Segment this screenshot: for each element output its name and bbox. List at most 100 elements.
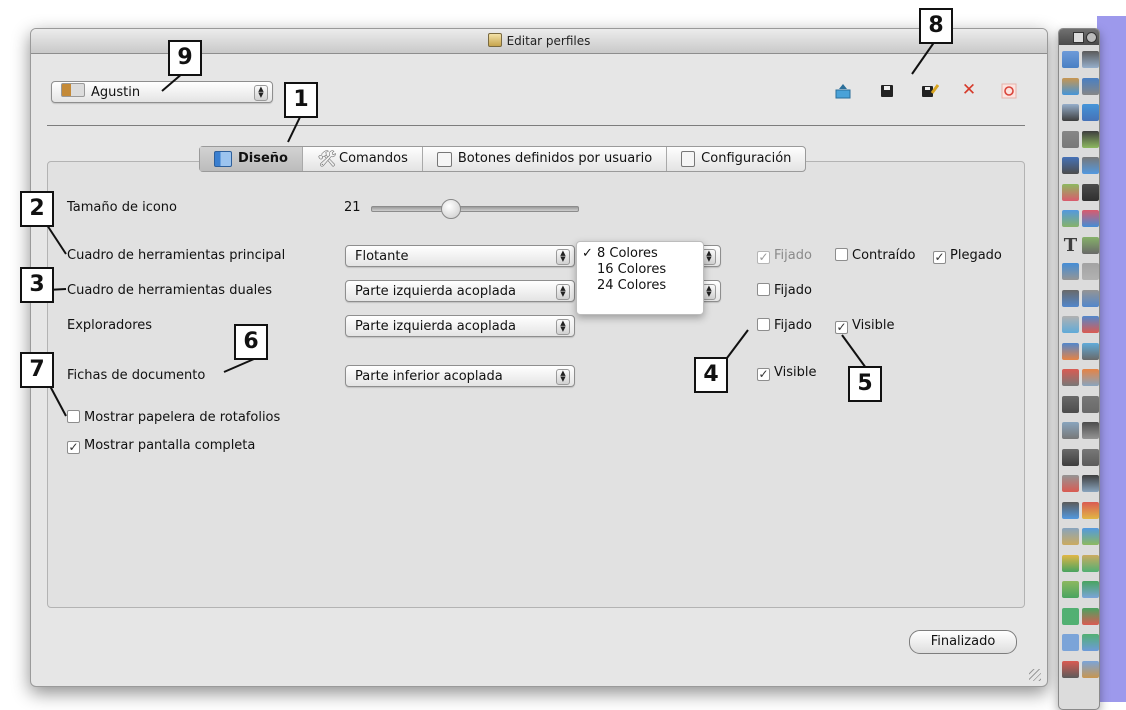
highlighter-icon[interactable] <box>1062 183 1079 201</box>
dock-icon[interactable] <box>1082 581 1099 598</box>
eraser-icon[interactable] <box>1082 210 1099 227</box>
checkbox-label: Contraído <box>852 248 916 263</box>
lock-icon[interactable] <box>1062 581 1079 598</box>
pointer-icon[interactable] <box>1082 130 1099 148</box>
document-icon[interactable] <box>1082 660 1099 678</box>
title-app-icon <box>487 33 502 47</box>
checkbox-checked[interactable]: ✓ <box>835 321 848 334</box>
ink-icon[interactable] <box>1082 77 1099 95</box>
screen-shade-icon[interactable] <box>1082 422 1099 439</box>
font-icon[interactable] <box>1082 528 1099 545</box>
main-toolbox-fixed-check[interactable]: ✓ Fijado <box>757 248 812 264</box>
page-icon[interactable] <box>1062 51 1079 68</box>
main-toolbox-folded-check[interactable]: ✓ Plegado <box>933 248 1002 264</box>
magnifier-icon[interactable] <box>1062 501 1079 519</box>
shapes-icon[interactable] <box>1082 157 1099 174</box>
ink-eraser-icon[interactable] <box>1082 236 1099 254</box>
show-trash-check[interactable]: Mostrar papelera de rotafolios <box>67 410 280 426</box>
menu-item-label: 8 Colores <box>597 246 658 261</box>
profile-icon[interactable] <box>1062 77 1079 95</box>
resize-grip[interactable] <box>1029 669 1041 681</box>
colors-option-16[interactable]: 16 Colores <box>577 262 703 278</box>
icon-size-slider[interactable] <box>371 199 579 219</box>
text-style-icon[interactable] <box>1062 528 1079 545</box>
fullscreen-icon[interactable] <box>1082 51 1099 68</box>
select-icon[interactable] <box>1082 342 1099 360</box>
checkbox-checked[interactable]: ✓ <box>757 368 770 381</box>
profile-name: Agustin <box>91 85 141 100</box>
line-icon[interactable] <box>1062 263 1079 280</box>
color-icon[interactable] <box>1082 369 1099 386</box>
checkbox-checked[interactable]: ✓ <box>933 251 946 264</box>
callout-8: 8 <box>919 8 953 44</box>
forward-icon[interactable] <box>1062 342 1079 360</box>
delete-icon[interactable]: ✕ <box>961 82 977 99</box>
doc-tabs-visible-check[interactable]: ✓ Visible <box>757 365 816 381</box>
dual-toolbox-fixed-check[interactable]: Fijado <box>757 283 812 299</box>
keyboard-icon[interactable] <box>1082 475 1099 492</box>
redo-icon[interactable] <box>1062 395 1079 413</box>
icon-size-value: 21 <box>344 200 361 215</box>
align-left-icon[interactable] <box>1082 607 1099 625</box>
checkbox-unchecked[interactable] <box>757 318 770 331</box>
undo-icon[interactable] <box>1082 395 1099 413</box>
tab-diseno[interactable]: Diseño <box>200 147 303 171</box>
main-toolbox-select[interactable]: Flotante ▲ ▼ <box>345 245 575 267</box>
align-icon[interactable] <box>1062 607 1079 625</box>
toolbox-settings-icon[interactable] <box>1086 32 1097 43</box>
capture-icon[interactable] <box>1062 104 1079 121</box>
refresh-icon[interactable] <box>1062 369 1079 386</box>
toolbox-menu-icon[interactable] <box>1073 32 1084 43</box>
tab-configuracion[interactable]: Configuración <box>667 147 805 171</box>
table-icon[interactable] <box>1062 289 1079 307</box>
restore-icon[interactable] <box>1001 83 1017 99</box>
clock-icon[interactable] <box>1082 448 1099 466</box>
record-icon[interactable] <box>1082 501 1099 519</box>
pencil-icon[interactable] <box>1082 183 1099 201</box>
tab-botones-definidos[interactable]: Botones definidos por usuario <box>423 147 668 171</box>
import-profile-icon[interactable] <box>835 83 851 99</box>
grid-icon[interactable] <box>1082 289 1099 307</box>
callout-9: 9 <box>168 40 202 76</box>
calculator-icon[interactable] <box>1082 263 1099 280</box>
main-toolbox-collapsed-check[interactable]: Contraído <box>835 248 916 264</box>
save-as-icon[interactable] <box>921 83 940 99</box>
profile-selector[interactable]: Agustin ▲ ▼ <box>51 81 273 103</box>
dual-toolbox-select[interactable]: Parte izquierda acoplada ▲ ▼ <box>345 280 575 302</box>
bottom-dock-icon[interactable] <box>1082 634 1099 651</box>
globe-icon[interactable] <box>1082 104 1099 121</box>
checkbox-label: Fijado <box>774 248 812 263</box>
explorers-value: Parte izquierda acoplada <box>355 319 516 334</box>
back-icon[interactable] <box>1082 316 1099 333</box>
checkbox-unchecked[interactable] <box>757 283 770 296</box>
checkbox-checked[interactable]: ✓ <box>67 441 80 454</box>
tab-comandos[interactable]: 🛠 Comandos <box>303 147 423 171</box>
dual-user-icon[interactable] <box>1062 422 1079 439</box>
magic-pen-icon[interactable] <box>1062 210 1079 227</box>
camera-icon[interactable] <box>1062 475 1079 492</box>
explorers-fixed-check[interactable]: Fijado <box>757 318 812 334</box>
colors-option-8[interactable]: ✓ 8 Colores <box>577 246 703 262</box>
arrange-icon[interactable] <box>1062 634 1079 651</box>
gift-icon[interactable] <box>1062 660 1079 678</box>
spotlight-icon[interactable] <box>1062 448 1079 466</box>
colors-option-24[interactable]: 24 Colores <box>577 278 703 294</box>
checkbox-unchecked[interactable] <box>67 410 80 423</box>
explorers-visible-check[interactable]: ✓ Visible <box>835 318 894 334</box>
text-icon[interactable]: T <box>1062 236 1079 254</box>
tab-label: Configuración <box>701 151 792 166</box>
explorers-select[interactable]: Parte izquierda acoplada ▲ ▼ <box>345 315 575 337</box>
checkbox-label: Fijado <box>774 318 812 333</box>
check-edit-icon[interactable] <box>1062 554 1079 572</box>
doc-tabs-select[interactable]: Parte inferior acoplada ▲ ▼ <box>345 365 575 387</box>
show-fullscreen-check[interactable]: ✓ Mostrar pantalla completa <box>67 438 255 454</box>
pen-icon[interactable] <box>1062 157 1079 174</box>
checkbox-unchecked[interactable] <box>835 248 848 261</box>
note-icon[interactable] <box>1082 554 1099 572</box>
blank-page-icon[interactable] <box>1062 316 1079 333</box>
chevron-updown-icon: ▲ ▼ <box>702 249 716 265</box>
save-icon[interactable] <box>879 83 895 99</box>
finish-button[interactable]: Finalizado <box>909 630 1017 654</box>
checkbox-checked[interactable]: ✓ <box>757 251 770 264</box>
slider-icon[interactable] <box>1062 130 1079 148</box>
